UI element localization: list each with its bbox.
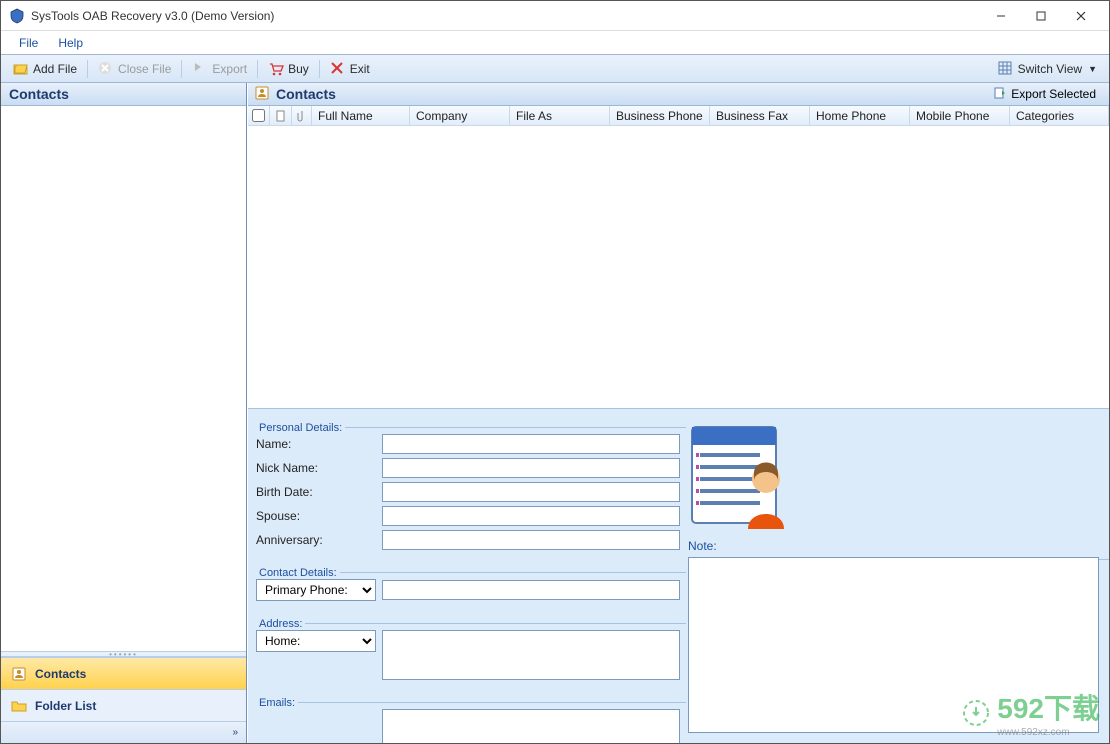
page-icon — [275, 110, 287, 122]
nickname-field[interactable] — [382, 458, 680, 478]
main-panel: Contacts Export Selected Full Name Compa… — [247, 83, 1109, 743]
grid-body[interactable] — [248, 126, 1109, 408]
primary-phone-select[interactable]: Primary Phone: — [256, 579, 376, 601]
buy-label: Buy — [288, 62, 309, 76]
col-icon[interactable] — [270, 106, 292, 125]
watermark-url: www.592xz.com — [997, 727, 1100, 738]
exit-label: Exit — [350, 62, 370, 76]
col-business-fax[interactable]: Business Fax — [710, 106, 810, 125]
sidebar-tree[interactable] — [1, 106, 246, 651]
switch-view-button[interactable]: Switch View ▼ — [992, 59, 1103, 79]
address-field[interactable] — [382, 630, 680, 680]
export-selected-icon — [993, 86, 1007, 103]
export-button[interactable]: Export — [186, 59, 253, 79]
spouse-label: Spouse: — [256, 509, 376, 523]
toolbar-separator — [181, 60, 182, 78]
col-business-phone[interactable]: Business Phone — [610, 106, 710, 125]
exit-icon — [330, 61, 346, 77]
address-type-select[interactable]: Home: — [256, 630, 376, 652]
add-file-label: Add File — [33, 62, 77, 76]
col-company[interactable]: Company — [410, 106, 510, 125]
close-file-label: Close File — [118, 62, 171, 76]
anniversary-field[interactable] — [382, 530, 680, 550]
window-title: SysTools OAB Recovery v3.0 (Demo Version… — [31, 9, 981, 23]
chevron-down-icon: ▼ — [1088, 64, 1097, 74]
col-file-as[interactable]: File As — [510, 106, 610, 125]
toolbar-separator — [319, 60, 320, 78]
select-all-checkbox[interactable] — [252, 109, 265, 122]
sidebar: Contacts •••••• Contacts Folder List » — [1, 83, 247, 743]
menu-file[interactable]: File — [9, 34, 48, 52]
close-file-icon — [98, 61, 114, 77]
menu-bar: File Help — [1, 31, 1109, 55]
contacts-icon — [11, 666, 27, 682]
watermark-icon — [961, 698, 991, 728]
cart-icon — [268, 61, 284, 77]
contact-details-legend: Contact Details: — [256, 567, 340, 579]
col-full-name[interactable]: Full Name — [312, 106, 410, 125]
sidebar-nav: Contacts Folder List » — [1, 657, 246, 743]
col-home-phone[interactable]: Home Phone — [810, 106, 910, 125]
app-icon — [9, 8, 25, 24]
name-field[interactable] — [382, 434, 680, 454]
toolbar: Add File Close File Export Buy Exit Swit… — [1, 55, 1109, 83]
close-file-button[interactable]: Close File — [92, 59, 177, 79]
personal-details-legend: Personal Details: — [256, 422, 345, 434]
close-window-button[interactable] — [1061, 2, 1101, 30]
menu-help[interactable]: Help — [48, 34, 93, 52]
toolbar-separator — [87, 60, 88, 78]
col-checkbox[interactable] — [248, 106, 270, 125]
watermark-brand: 592下载 — [997, 687, 1100, 727]
add-file-button[interactable]: Add File — [7, 59, 83, 79]
contacts-header-icon — [254, 85, 270, 104]
emails-field[interactable] — [382, 709, 680, 743]
export-arrow-icon — [192, 61, 208, 77]
minimize-button[interactable] — [981, 2, 1021, 30]
grid-header: Full Name Company File As Business Phone… — [248, 106, 1109, 126]
sidebar-header: Contacts — [1, 83, 246, 106]
col-mobile-phone[interactable]: Mobile Phone — [910, 106, 1010, 125]
attachment-icon — [297, 110, 307, 122]
buy-button[interactable]: Buy — [262, 59, 315, 79]
sidebar-nav-folder-list[interactable]: Folder List — [1, 689, 246, 721]
nickname-label: Nick Name: — [256, 461, 376, 475]
maximize-button[interactable] — [1021, 2, 1061, 30]
birthdate-label: Birth Date: — [256, 485, 376, 499]
name-label: Name: — [256, 437, 376, 451]
birthdate-field[interactable] — [382, 482, 680, 502]
export-selected-button[interactable]: Export Selected — [986, 83, 1103, 106]
primary-phone-field[interactable] — [382, 580, 680, 600]
sidebar-nav-expand[interactable]: » — [1, 721, 246, 743]
watermark: 592下载 www.592xz.com — [961, 687, 1100, 738]
col-attachment[interactable] — [292, 106, 312, 125]
switch-view-icon — [998, 61, 1014, 77]
anniversary-label: Anniversary: — [256, 533, 376, 547]
col-categories[interactable]: Categories — [1010, 106, 1109, 125]
sidebar-nav-contacts-label: Contacts — [35, 667, 86, 681]
toolbar-separator — [257, 60, 258, 78]
address-legend: Address: — [256, 618, 305, 630]
sidebar-nav-folder-list-label: Folder List — [35, 699, 96, 713]
folder-icon — [11, 698, 27, 714]
main-header: Contacts Export Selected — [248, 83, 1109, 106]
switch-view-label: Switch View — [1018, 62, 1082, 76]
main-title: Contacts — [276, 86, 980, 102]
export-selected-label: Export Selected — [1011, 87, 1096, 101]
export-label: Export — [212, 62, 247, 76]
spouse-field[interactable] — [382, 506, 680, 526]
exit-button[interactable]: Exit — [324, 59, 376, 79]
title-bar: SysTools OAB Recovery v3.0 (Demo Version… — [1, 1, 1109, 31]
contact-card-image — [688, 423, 798, 533]
folder-open-icon — [13, 61, 29, 77]
sidebar-nav-contacts[interactable]: Contacts — [1, 657, 246, 689]
emails-legend: Emails: — [256, 697, 298, 709]
